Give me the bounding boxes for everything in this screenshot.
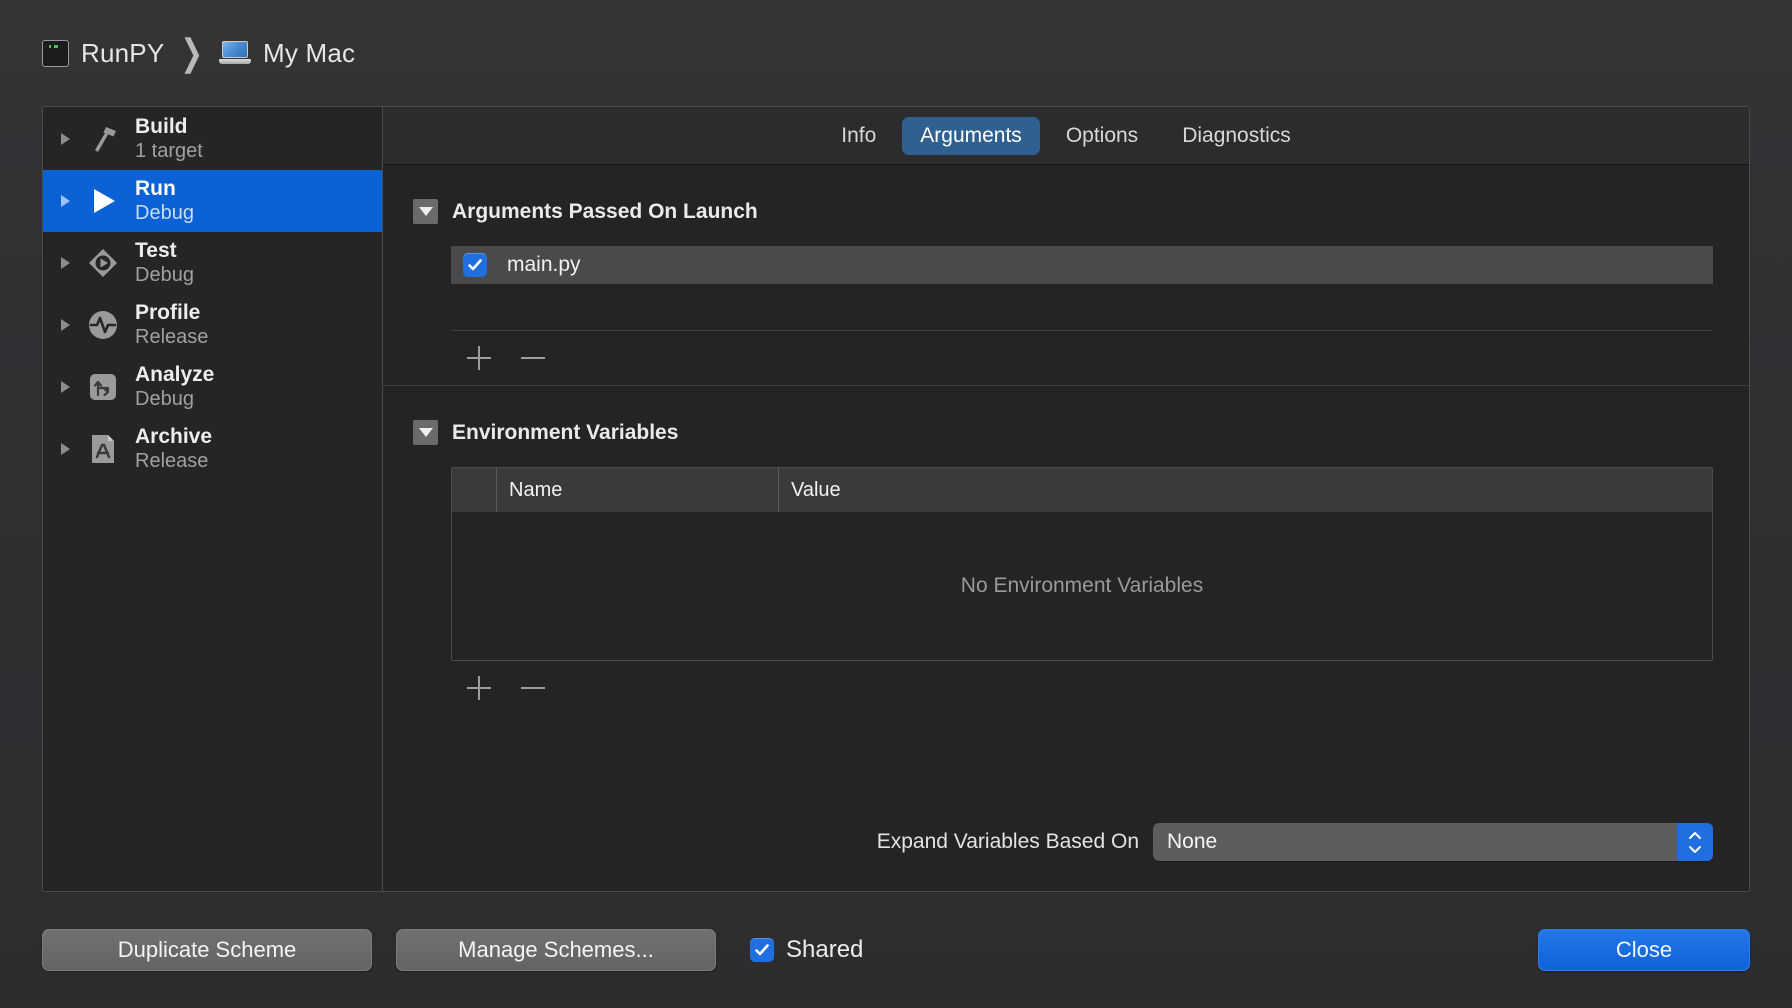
sidebar-item-title: Profile — [135, 300, 201, 324]
tab-arguments[interactable]: Arguments — [902, 116, 1040, 155]
sidebar-item-subtitle: Release — [135, 325, 209, 348]
breadcrumb-separator-icon: ❯ — [180, 32, 204, 73]
duplicate-scheme-button[interactable]: Duplicate Scheme — [42, 929, 372, 971]
arguments-pane: Arguments Passed On Launch main.py Envir… — [383, 165, 1749, 891]
table-header-row: Name Value — [452, 468, 1712, 512]
scheme-content: Info Arguments Options Diagnostics Argum… — [383, 107, 1749, 891]
disclosure-triangle-icon[interactable] — [55, 191, 75, 211]
scheme-editor-window: RunPY ❯ My Mac Build 1 target Run Debug … — [0, 0, 1792, 1008]
checkbox-checked-icon[interactable] — [463, 253, 487, 277]
environment-add-remove-bar — [451, 661, 1713, 715]
sidebar-item-title: Analyze — [135, 362, 215, 386]
expand-variables-select[interactable]: None — [1153, 823, 1713, 861]
breadcrumb-scheme[interactable]: RunPY — [42, 38, 164, 69]
tab-bar: Info Arguments Options Diagnostics — [383, 107, 1749, 165]
shared-checkbox-group[interactable]: Shared — [750, 936, 863, 964]
disclosure-triangle-icon[interactable] — [55, 439, 75, 459]
tab-diagnostics[interactable]: Diagnostics — [1164, 117, 1309, 155]
sidebar-item-subtitle: Debug — [135, 387, 194, 410]
close-button[interactable]: Close — [1538, 929, 1750, 971]
shared-label: Shared — [786, 936, 864, 963]
sidebar-item-title: Archive — [135, 424, 213, 448]
sidebar-item-subtitle: Debug — [135, 263, 194, 286]
breadcrumb: RunPY ❯ My Mac — [42, 32, 355, 73]
sidebar-item-subtitle: Debug — [135, 201, 194, 224]
tab-info[interactable]: Info — [823, 117, 894, 155]
add-environment-variable-button[interactable] — [461, 670, 497, 706]
arguments-section-header: Arguments Passed On Launch — [413, 165, 1713, 224]
disclosure-triangle-icon[interactable] — [55, 377, 75, 397]
table-header-check-column — [452, 468, 496, 512]
profile-pulse-icon — [85, 307, 121, 343]
hammer-icon — [85, 121, 121, 157]
disclosure-triangle-icon[interactable] — [413, 420, 438, 445]
disclosure-triangle-icon[interactable] — [55, 129, 75, 149]
table-header-name: Name — [496, 468, 778, 512]
chevron-updown-icon[interactable] — [1677, 823, 1713, 861]
scheme-action-list: Build 1 target Run Debug Test Debug Prof… — [43, 107, 383, 891]
manage-schemes-button[interactable]: Manage Schemes... — [396, 929, 716, 971]
environment-variables-table: Name Value No Environment Variables — [451, 467, 1713, 661]
breadcrumb-scheme-label: RunPY — [81, 37, 165, 68]
disclosure-triangle-icon[interactable] — [413, 199, 438, 224]
sidebar-item-profile[interactable]: Profile Release — [43, 294, 382, 356]
main-area: Build 1 target Run Debug Test Debug Prof… — [0, 106, 1792, 892]
remove-environment-variable-button[interactable] — [515, 670, 551, 706]
remove-argument-button[interactable] — [515, 340, 551, 376]
add-argument-button[interactable] — [461, 340, 497, 376]
sidebar-item-subtitle: 1 target — [135, 139, 203, 162]
titlebar: RunPY ❯ My Mac — [0, 0, 1792, 106]
breadcrumb-destination-label: My Mac — [263, 37, 356, 68]
sidebar-item-build[interactable]: Build 1 target — [43, 108, 382, 170]
sidebar-item-title: Run — [135, 176, 176, 200]
archive-doc-icon — [85, 431, 121, 467]
expand-variables-label: Expand Variables Based On — [876, 830, 1139, 853]
table-header-value: Value — [778, 468, 1712, 512]
footer-bar: Duplicate Scheme Manage Schemes... Share… — [0, 892, 1792, 1008]
sidebar-item-archive[interactable]: Archive Release — [43, 418, 382, 480]
tab-options[interactable]: Options — [1048, 117, 1156, 155]
expand-variables-row: Expand Variables Based On None — [413, 823, 1713, 861]
checkbox-checked-icon[interactable] — [750, 938, 774, 962]
sidebar-item-title: Build — [135, 114, 188, 138]
sidebar-item-test[interactable]: Test Debug — [43, 232, 382, 294]
argument-label: main.py — [507, 253, 581, 276]
laptop-icon — [219, 40, 252, 66]
sidebar-item-subtitle: Release — [135, 449, 209, 472]
play-icon — [85, 183, 121, 219]
environment-section-title: Environment Variables — [452, 420, 679, 444]
sidebar-item-analyze[interactable]: Analyze Debug — [43, 356, 382, 418]
expand-variables-value: None — [1167, 830, 1218, 853]
arguments-section-title: Arguments Passed On Launch — [452, 199, 758, 223]
test-diamond-icon — [85, 245, 121, 281]
disclosure-triangle-icon[interactable] — [55, 253, 75, 273]
environment-section-header: Environment Variables — [413, 386, 1713, 445]
sidebar-item-title: Test — [135, 238, 177, 262]
breadcrumb-destination[interactable]: My Mac — [219, 38, 355, 69]
terminal-icon — [42, 39, 69, 67]
arguments-list-empty-space — [451, 284, 1713, 330]
arguments-list: main.py — [451, 246, 1713, 331]
list-item[interactable]: main.py — [451, 246, 1713, 284]
analyze-arrow-icon — [85, 369, 121, 405]
environment-empty-message: No Environment Variables — [452, 512, 1712, 660]
disclosure-triangle-icon[interactable] — [55, 315, 75, 335]
sidebar-item-run[interactable]: Run Debug — [43, 170, 382, 232]
arguments-add-remove-bar — [451, 331, 1713, 385]
scheme-panel: Build 1 target Run Debug Test Debug Prof… — [42, 106, 1750, 892]
